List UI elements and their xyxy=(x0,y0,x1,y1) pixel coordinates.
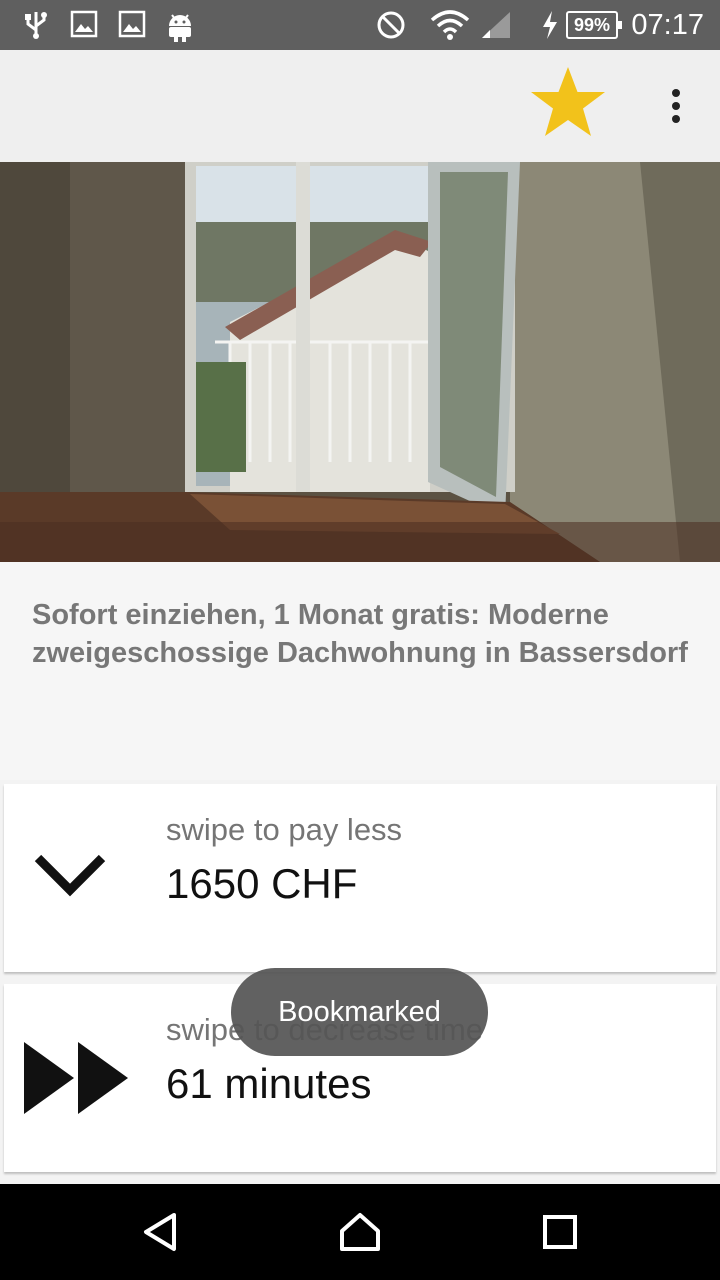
star-icon xyxy=(531,67,605,136)
price-card[interactable]: swipe to pay less 1650 CHF xyxy=(4,784,716,972)
signal-icon xyxy=(480,10,512,40)
recents-button[interactable] xyxy=(532,1204,588,1260)
listing-photo xyxy=(0,162,720,562)
android-icon xyxy=(166,10,194,42)
image-icon xyxy=(118,10,146,38)
chevron-down-icon xyxy=(32,850,108,900)
status-bar: 99% 07:17 xyxy=(0,0,720,50)
price-hint: swipe to pay less xyxy=(166,812,403,847)
back-button[interactable] xyxy=(132,1204,188,1260)
recents-icon xyxy=(543,1215,577,1249)
image-icon xyxy=(70,10,98,38)
usb-icon xyxy=(22,10,50,40)
commute-value: 61 minutes xyxy=(166,1060,372,1107)
navigation-bar xyxy=(0,1184,720,1280)
clock: 07:17 xyxy=(631,9,704,41)
listing-title-card: Sofort einziehen, 1 Monat gratis: Modern… xyxy=(0,562,720,780)
bookmark-button[interactable] xyxy=(526,60,610,144)
back-icon xyxy=(144,1213,176,1251)
home-button[interactable] xyxy=(332,1204,388,1260)
price-value: 1650 CHF xyxy=(166,860,358,907)
bookmarked-toast: Bookmarked xyxy=(231,968,488,1056)
charging-icon xyxy=(540,10,560,40)
more-vert-icon xyxy=(672,89,680,123)
wifi-icon xyxy=(430,10,470,42)
do-not-disturb-icon xyxy=(376,10,406,40)
listing-title: Sofort einziehen, 1 Monat gratis: Modern… xyxy=(32,599,688,669)
home-icon xyxy=(340,1213,380,1251)
battery-level: 99% xyxy=(566,11,622,39)
app-bar xyxy=(0,50,720,162)
overflow-menu-button[interactable] xyxy=(650,70,702,142)
fast-forward-icon xyxy=(22,1040,132,1116)
